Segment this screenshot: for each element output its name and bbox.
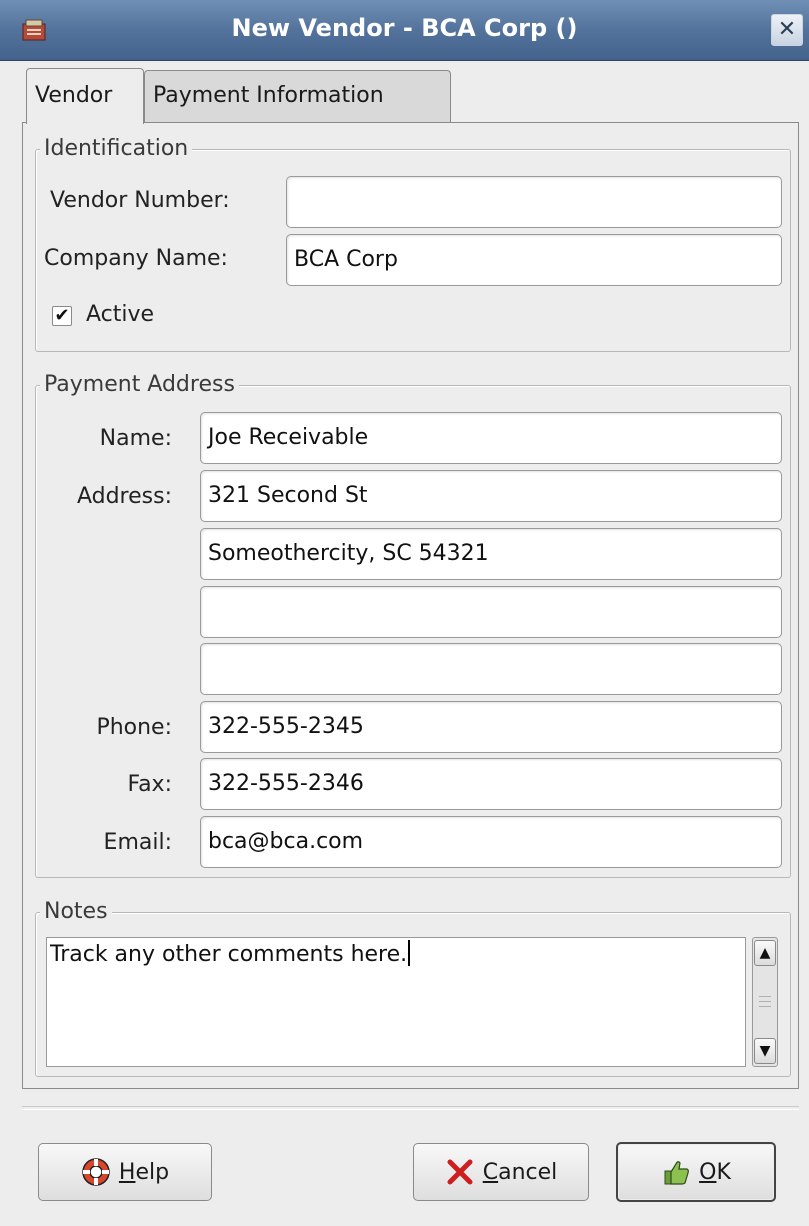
- lifebuoy-icon: [82, 1158, 110, 1186]
- help-button[interactable]: Help: [38, 1143, 212, 1201]
- company-name-label: Company Name:: [44, 246, 228, 271]
- scrollbar-grip: [759, 1001, 771, 1002]
- arrow-up-icon: ▲: [759, 945, 771, 961]
- fax-field[interactable]: 322-555-2346: [200, 758, 782, 810]
- vendor-number-field[interactable]: [286, 176, 782, 228]
- active-checkbox[interactable]: ✔: [52, 306, 72, 326]
- scroll-down-button[interactable]: ▼: [754, 1038, 776, 1064]
- email-field[interactable]: bca@bca.com: [200, 816, 782, 868]
- notes-text: Track any other comments here.: [50, 942, 408, 967]
- tab-vendor-label: Vendor: [35, 83, 113, 108]
- active-label[interactable]: Active: [86, 300, 154, 330]
- notes-frame: Notes Track any other comments here. ▲ ▼: [35, 897, 791, 1077]
- scroll-up-button[interactable]: ▲: [754, 940, 776, 966]
- payment-name-field[interactable]: Joe Receivable: [200, 412, 782, 464]
- red-x-icon: [447, 1159, 473, 1185]
- thumbs-up-icon: [664, 1161, 690, 1185]
- address-line-3-field[interactable]: [200, 586, 782, 638]
- checkmark-icon: ✔: [54, 305, 70, 326]
- address-line-1-field[interactable]: 321 Second St: [200, 470, 782, 522]
- window-titlebar: New Vendor - BCA Corp () ✕: [0, 0, 809, 61]
- company-name-field[interactable]: BCA Corp: [286, 234, 782, 286]
- notes-scrollbar[interactable]: ▲ ▼: [752, 937, 778, 1067]
- payment-address-frame: Payment Address Name: Joe Receivable Add…: [35, 370, 791, 878]
- identification-legend: Identification: [40, 134, 193, 164]
- help-button-label: Help: [118, 1159, 170, 1185]
- vendor-number-label: Vendor Number:: [50, 188, 230, 213]
- payment-address-legend: Payment Address: [40, 370, 239, 400]
- identification-frame: Identification Vendor Number: Company Na…: [35, 134, 791, 352]
- phone-field[interactable]: 322-555-2345: [200, 701, 782, 753]
- scrollbar-grip: [759, 1006, 771, 1007]
- notes-legend: Notes: [40, 897, 112, 927]
- button-separator: [22, 1106, 799, 1110]
- cancel-button[interactable]: Cancel: [413, 1143, 589, 1201]
- cancel-button-label: Cancel: [482, 1159, 558, 1185]
- close-icon: ✕: [777, 17, 797, 42]
- scrollbar-grip: [759, 996, 771, 997]
- window-title: New Vendor - BCA Corp (): [231, 14, 578, 42]
- tab-vendor[interactable]: Vendor: [26, 68, 144, 124]
- address-line-4-field[interactable]: [200, 643, 782, 695]
- ok-button[interactable]: OK: [616, 1142, 776, 1202]
- email-label: Email:: [103, 830, 172, 855]
- payment-name-label: Name:: [99, 426, 172, 451]
- address-label: Address:: [76, 484, 172, 509]
- text-cursor: [408, 940, 411, 966]
- notes-textarea[interactable]: Track any other comments here.: [46, 937, 746, 1067]
- close-window-button[interactable]: ✕: [771, 14, 803, 46]
- arrow-down-icon: ▼: [759, 1043, 771, 1059]
- ok-button-label: OK: [699, 1159, 731, 1185]
- phone-label: Phone:: [96, 715, 172, 740]
- fax-label: Fax:: [127, 772, 172, 797]
- vendor-tab-panel: Identification Vendor Number: Company Na…: [22, 122, 799, 1089]
- address-line-2-field[interactable]: Someothercity, SC 54321: [200, 528, 782, 580]
- tab-payment-information[interactable]: Payment Information: [144, 70, 451, 122]
- tab-payment-information-label: Payment Information: [153, 83, 384, 108]
